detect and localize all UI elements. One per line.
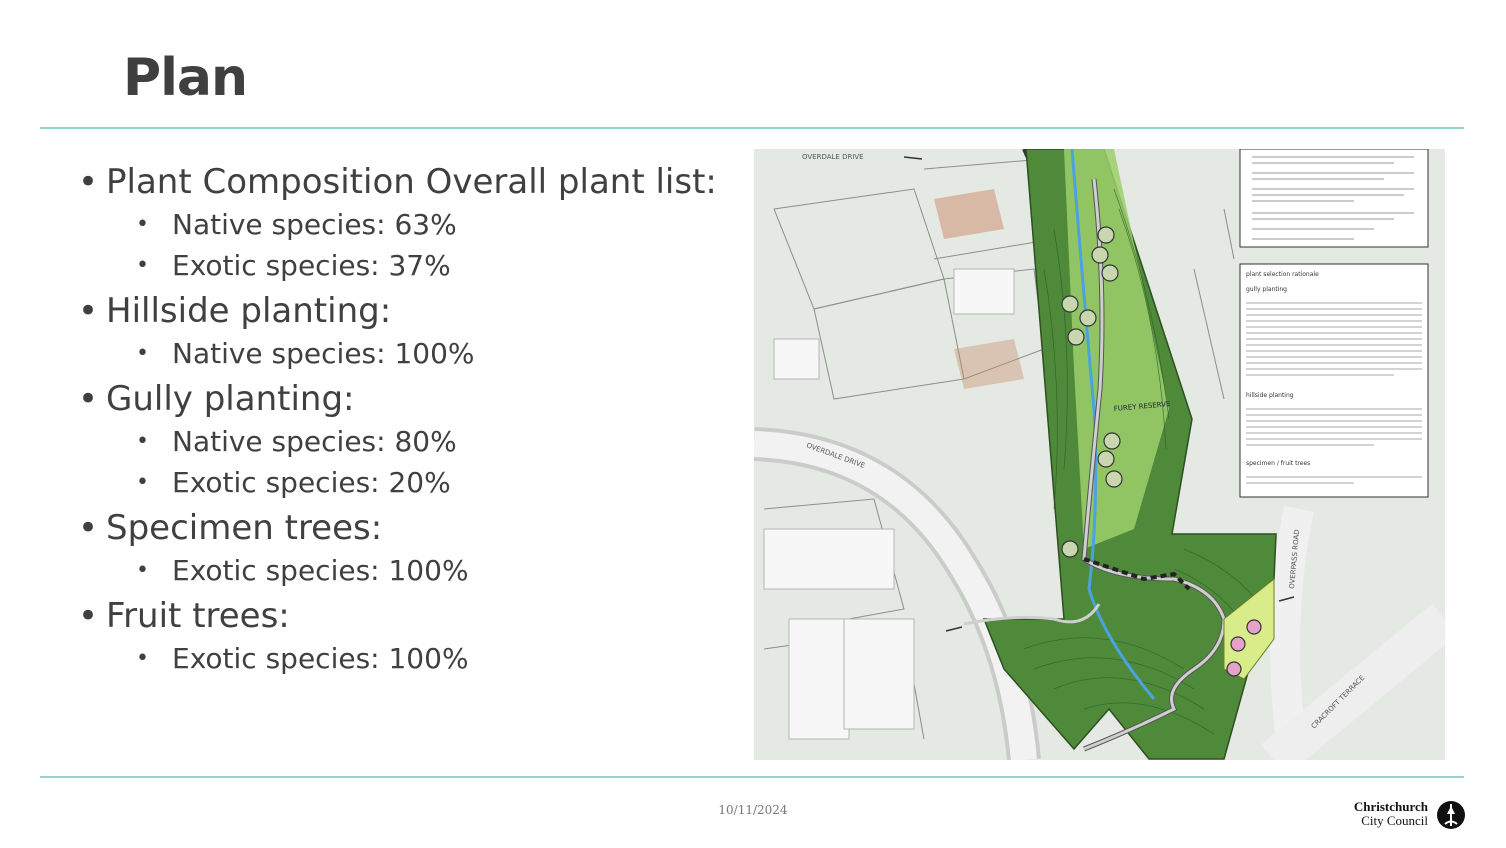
sub-bullet-item: Exotic species: 20% [78,465,738,501]
header-divider [40,127,1464,129]
logo-text: Christchurch City Council [1354,800,1428,828]
logo-line: Christchurch [1353,799,1428,814]
bullet-item: Specimen trees: [78,506,738,550]
sub-bullet-item: Exotic species: 100% [78,641,738,677]
sub-bullet-item: Exotic species: 100% [78,553,738,589]
sub-bullet-item: Exotic species: 37% [78,248,738,284]
sub-bullet-item: Native species: 80% [78,424,738,460]
legend-section: specimen / fruit trees [1246,460,1310,467]
bullet-group: Fruit trees: Exotic species: 100% [78,594,738,677]
slide-title: Plan [123,48,248,108]
planting-plan-image: OVERDALE DRIVE OVERDALE DRIVE CRACROFT T… [754,149,1445,760]
cathedral-logo-icon [1437,801,1465,829]
bullet-group: Gully planting: Native species: 80% Exot… [78,377,738,501]
footer-date: 10/11/2024 [718,803,788,817]
bullet-group: Specimen trees: Exotic species: 100% [78,506,738,589]
bullet-group: Plant Composition Overall plant list: Na… [78,160,738,284]
bullet-item: Gully planting: [78,377,738,421]
street-label: OVERDALE DRIVE [802,153,864,161]
sub-bullet-item: Native species: 100% [78,336,738,372]
legend-section: hillside planting [1246,392,1294,399]
legend-section: gully planting [1246,286,1287,293]
sub-bullet-item: Native species: 63% [78,207,738,243]
bullet-item: Plant Composition Overall plant list: [78,160,738,204]
bullet-group: Hillside planting: Native species: 100% [78,289,738,372]
bullet-item: Hillside planting: [78,289,738,333]
legend-title: plant selection rationale [1246,271,1319,278]
footer-divider [40,776,1464,778]
bullet-item: Fruit trees: [78,594,738,638]
bullet-list: Plant Composition Overall plant list: Na… [78,160,738,682]
christchurch-logo: Christchurch City Council [1340,800,1466,832]
logo-line: City Council [1361,813,1428,828]
